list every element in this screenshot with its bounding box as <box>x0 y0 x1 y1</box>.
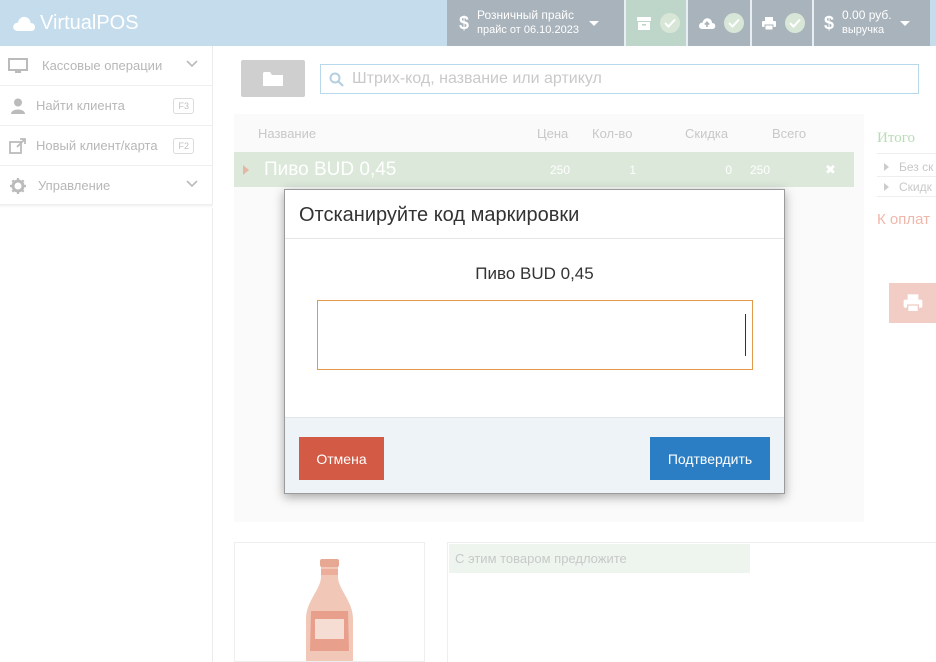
row-total: 250 <box>749 163 770 177</box>
dollar-icon: $ <box>459 12 470 33</box>
folder-icon <box>263 71 283 86</box>
revenue-selector[interactable]: $ 0.00 руб. выручка <box>814 0 930 46</box>
divider <box>877 176 936 177</box>
text-cursor <box>745 314 746 356</box>
price-selector[interactable]: $ Розничный прайс прайс от 06.10.2023 <box>447 0 624 46</box>
divider <box>877 153 936 154</box>
caret-down-icon <box>588 20 599 26</box>
column-header-total: Всего <box>772 126 807 141</box>
column-header-qty: Кол-во <box>592 126 633 141</box>
product-image <box>234 542 425 662</box>
search-icon <box>329 72 344 87</box>
dialog-product-name: Пиво BUD 0,45 <box>475 264 594 283</box>
check-icon <box>660 13 680 33</box>
sidebar-divider <box>0 204 213 208</box>
divider <box>877 196 936 197</box>
shortcut-badge: F2 <box>173 138 194 154</box>
sidebar-item-label: Новый клиент/карта <box>36 138 158 153</box>
cloud-upload-icon <box>698 16 716 30</box>
sidebar-item-label: Кассовые операции <box>42 58 163 73</box>
sidebar-item-cash-operations[interactable]: Кассовые операции <box>0 46 212 86</box>
monitor-icon <box>8 57 28 74</box>
remove-row-icon[interactable]: ✖ <box>825 162 836 178</box>
totals-item: Скидк <box>884 180 932 194</box>
dialog-footer: Отмена Подтвердить <box>285 417 784 493</box>
sidebar-item-label: Найти клиента <box>36 98 125 113</box>
chevron-down-icon <box>186 180 198 188</box>
table-row[interactable]: Пиво BUD 0,45 250 0 1 250 ✖ <box>234 152 854 187</box>
sync-status[interactable] <box>688 0 750 46</box>
caret-down-icon <box>899 20 910 26</box>
print-icon <box>761 16 777 31</box>
print-icon <box>903 294 922 313</box>
sidebar-item-label: Управление <box>38 178 111 193</box>
sidebar-item-new-client[interactable]: Новый клиент/карта F2 <box>0 126 212 166</box>
archive-icon <box>636 16 652 31</box>
top-bar: VirtualPOS $ Розничный прайс прайс от 06… <box>0 0 936 46</box>
print-receipt-button[interactable] <box>889 283 936 323</box>
check-icon <box>724 13 744 33</box>
suggestions-title: С этим товаром предложите <box>449 544 750 573</box>
marking-code-input[interactable] <box>317 300 753 370</box>
dollar-icon: $ <box>824 12 835 33</box>
scan-marking-dialog: Отсканируйте код маркировки Пиво BUD 0,4… <box>284 189 785 494</box>
column-header-name: Название <box>258 126 317 141</box>
gear-icon <box>8 177 28 194</box>
external-link-icon <box>8 137 28 154</box>
chevron-down-icon <box>186 60 198 68</box>
shortcut-badge: F3 <box>173 98 194 114</box>
totals-item: Без ск <box>884 160 933 174</box>
sidebar: Кассовые операции Найти клиента F3 Новый… <box>0 46 213 662</box>
totals-title: Итого <box>877 130 915 146</box>
column-header-price: Цена <box>537 126 569 141</box>
to-pay-label: К оплат <box>877 211 931 228</box>
user-icon <box>8 98 28 114</box>
printer-status[interactable] <box>752 0 812 46</box>
cancel-button[interactable]: Отмена <box>299 437 384 480</box>
sidebar-item-management[interactable]: Управление <box>0 166 212 206</box>
column-header-discount: Скидка <box>685 126 729 141</box>
sidebar-item-find-client[interactable]: Найти клиента F3 <box>0 86 212 126</box>
app-title: VirtualPOS <box>40 11 139 34</box>
row-price: 250 <box>549 163 570 177</box>
expand-arrow-icon[interactable] <box>243 165 249 175</box>
revenue-label: выручка <box>842 24 885 36</box>
archive-status[interactable] <box>626 0 686 46</box>
search-placeholder: Штрих-код, название или артикул <box>352 70 602 87</box>
row-qty: 1 <box>629 163 636 177</box>
confirm-button[interactable]: Подтвердить <box>650 437 770 480</box>
search-input[interactable]: Штрих-код, название или артикул <box>320 64 919 94</box>
dialog-title: Отсканируйте код маркировки <box>299 204 580 226</box>
revenue-amount: 0.00 руб. <box>842 8 892 22</box>
cloud-icon <box>13 16 36 31</box>
app-root: VirtualPOS $ Розничный прайс прайс от 06… <box>0 0 936 662</box>
price-date: прайс от 06.10.2023 <box>477 24 579 36</box>
price-name: Розничный прайс <box>477 8 574 22</box>
app-logo[interactable]: VirtualPOS <box>12 10 139 36</box>
check-icon <box>785 13 805 33</box>
beer-bottle-image <box>306 559 353 661</box>
divider <box>285 238 784 239</box>
row-name: Пиво BUD 0,45 <box>264 159 397 180</box>
catalog-button[interactable] <box>241 60 305 97</box>
row-discount: 0 <box>725 163 732 177</box>
